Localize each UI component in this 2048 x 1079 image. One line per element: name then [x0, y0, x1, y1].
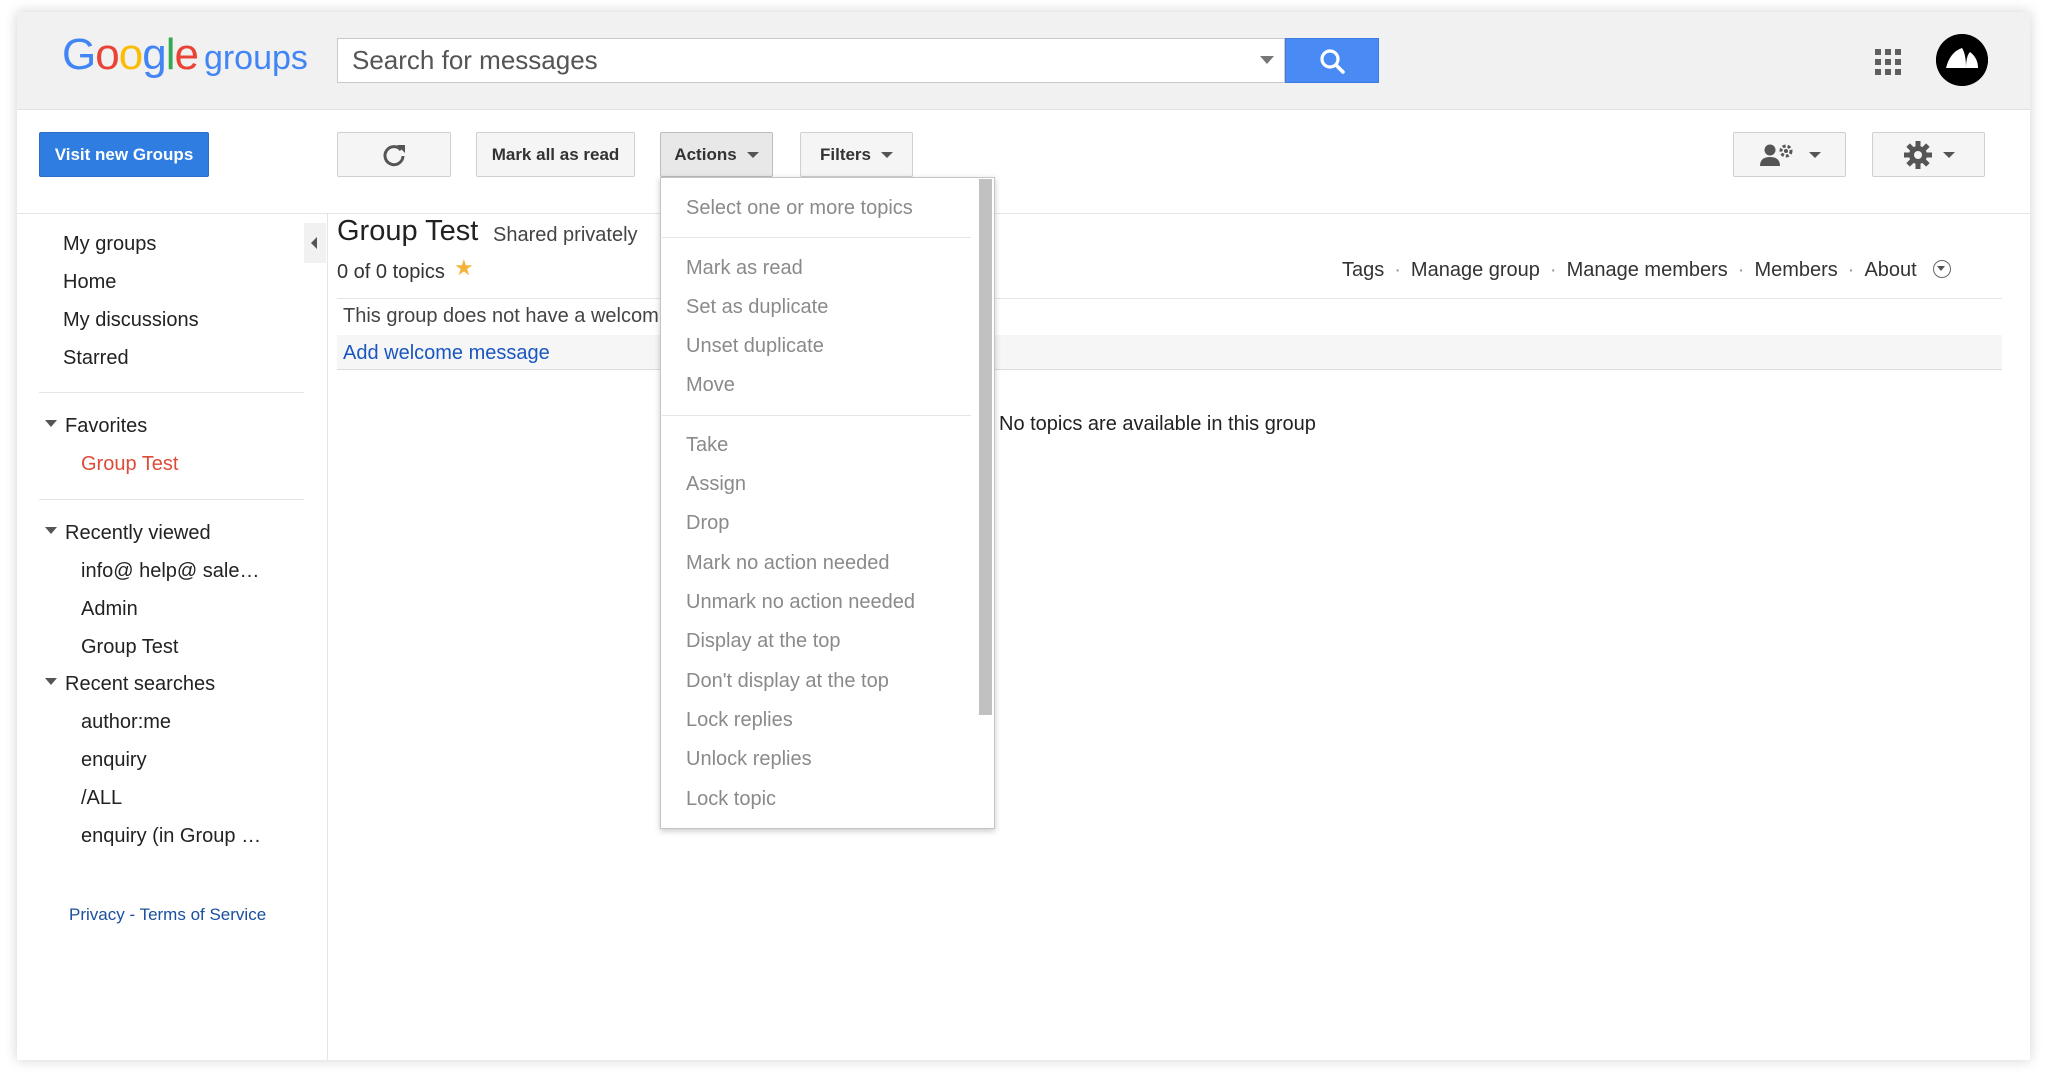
collapse-triangle-icon: [45, 527, 57, 535]
header-divider: [337, 298, 2002, 299]
recent-search-item[interactable]: author:me: [81, 711, 171, 734]
recently-viewed-title: Recently viewed: [65, 522, 211, 544]
manage-group-link[interactable]: Manage group: [1411, 259, 1540, 281]
more-options-icon[interactable]: [1932, 259, 1951, 278]
chevron-down-icon: [1942, 151, 1955, 158]
chevron-down-icon: [881, 151, 894, 158]
visit-new-groups-button[interactable]: Visit new Groups: [39, 132, 209, 177]
tags-link[interactable]: Tags: [1342, 259, 1384, 281]
menu-item-dont-display-at-top[interactable]: Don't display at the top: [686, 670, 889, 693]
sidebar-item-starred[interactable]: Starred: [63, 347, 129, 370]
toolbar: Visit new Groups Mark all as read Action…: [17, 110, 2030, 214]
recent-searches-header[interactable]: Recent searches: [45, 673, 215, 696]
link-separator: ·: [1737, 259, 1745, 281]
people-settings-icon: [1759, 144, 1792, 166]
recent-item[interactable]: info@ help@ sale…: [81, 560, 259, 583]
group-title[interactable]: Group Test: [337, 215, 478, 248]
actions-label: Actions: [674, 144, 737, 164]
sidebar-divider: [39, 392, 304, 393]
app-window: Googlegroups Visit new Groups: [17, 12, 2030, 1060]
collapse-sidebar-icon[interactable]: [304, 223, 326, 263]
menu-item-unlock-replies[interactable]: Unlock replies: [686, 748, 812, 771]
sidebar-divider: [39, 499, 304, 500]
member-settings-button[interactable]: [1733, 132, 1846, 177]
mark-all-read-button[interactable]: Mark all as read: [476, 132, 635, 177]
manage-members-link[interactable]: Manage members: [1567, 259, 1728, 281]
group-links: Tags · Manage group · Manage members · Members…: [1342, 259, 1951, 282]
search-box: [337, 38, 1285, 83]
list-divider: [337, 369, 2002, 370]
menu-item-take[interactable]: Take: [686, 434, 728, 457]
welcome-row: [337, 335, 2002, 369]
sharing-status: Shared privately: [493, 224, 638, 246]
avatar-image: [1936, 34, 1988, 86]
menu-item-mark-no-action-needed[interactable]: Mark no action needed: [686, 552, 889, 575]
privacy-link[interactable]: Privacy: [69, 905, 125, 924]
refresh-icon: [383, 144, 405, 166]
favorite-item-group-test[interactable]: Group Test: [81, 453, 178, 476]
gear-icon: [1903, 140, 1932, 169]
sidebar-item-my-groups[interactable]: My groups: [63, 233, 156, 256]
menu-item-lock-replies[interactable]: Lock replies: [686, 709, 793, 732]
chevron-down-icon: [746, 151, 759, 158]
menu-item-lock-topic[interactable]: Lock topic: [686, 788, 776, 811]
members-link[interactable]: Members: [1754, 259, 1837, 281]
recent-searches-title: Recent searches: [65, 673, 216, 695]
welcome-message-notice: This group does not have a welcom: [343, 305, 659, 327]
filters-button[interactable]: Filters: [800, 132, 913, 177]
link-separator: ·: [1394, 259, 1401, 281]
link-separator: ·: [1847, 259, 1855, 281]
menu-scrollbar[interactable]: [979, 179, 992, 715]
footer-links: Privacy - Terms of Service: [69, 905, 266, 925]
search-icon: [1320, 49, 1345, 74]
recent-item[interactable]: Admin: [81, 598, 138, 621]
recent-item[interactable]: Group Test: [81, 636, 178, 659]
top-header: Google groups: [17, 12, 2030, 110]
add-welcome-message-link[interactable]: Add welcome message: [343, 342, 550, 365]
search-input[interactable]: [338, 39, 1238, 82]
menu-item-drop[interactable]: Drop: [686, 512, 729, 535]
footer-separator: -: [129, 905, 136, 924]
google-groups-logo[interactable]: Google groups: [62, 30, 308, 80]
actions-button[interactable]: Actions: [660, 132, 773, 177]
actions-dropdown-menu: Select one or more topics Mark as read S…: [660, 177, 995, 829]
menu-item-unset-duplicate[interactable]: Unset duplicate: [686, 335, 824, 358]
search-options-caret-icon[interactable]: [1260, 56, 1274, 64]
settings-button[interactable]: [1872, 132, 1985, 177]
menu-item-display-at-top[interactable]: Display at the top: [686, 630, 841, 653]
menu-item-select-topics-hint: Select one or more topics: [686, 197, 913, 219]
refresh-button[interactable]: [337, 132, 451, 177]
apps-grid-icon[interactable]: [1875, 49, 1901, 75]
collapse-triangle-icon: [45, 678, 57, 686]
recently-viewed-header[interactable]: Recently viewed: [45, 522, 211, 545]
menu-divider: [662, 237, 971, 238]
sidebar-item-home[interactable]: Home: [63, 271, 116, 294]
recent-search-item[interactable]: /ALL: [81, 787, 122, 810]
menu-divider: [662, 415, 971, 416]
menu-item-assign[interactable]: Assign: [686, 473, 746, 496]
terms-link[interactable]: Terms of Service: [140, 905, 267, 924]
search-button[interactable]: [1285, 38, 1379, 83]
recent-search-item[interactable]: enquiry: [81, 749, 147, 772]
empty-state-message: No topics are available in this group: [999, 413, 1316, 435]
topics-count: 0 of 0 topics: [337, 261, 445, 283]
link-separator: ·: [1549, 259, 1557, 281]
menu-item-mark-as-read[interactable]: Mark as read: [686, 257, 803, 280]
chevron-down-icon: [1808, 151, 1821, 158]
menu-item-move[interactable]: Move: [686, 374, 735, 397]
menu-item-set-as-duplicate[interactable]: Set as duplicate: [686, 296, 828, 319]
sidebar-item-my-discussions[interactable]: My discussions: [63, 309, 199, 332]
collapse-triangle-icon: [45, 420, 57, 428]
recent-search-item[interactable]: enquiry (in Group …: [81, 825, 261, 848]
filters-label: Filters: [819, 144, 872, 164]
favorites-title: Favorites: [65, 415, 148, 437]
avatar[interactable]: [1936, 34, 1988, 86]
star-icon[interactable]: ★: [454, 255, 474, 281]
menu-item-unmark-no-action-needed[interactable]: Unmark no action needed: [686, 591, 915, 614]
favorites-header[interactable]: Favorites: [45, 415, 147, 438]
about-link[interactable]: About: [1864, 259, 1916, 281]
